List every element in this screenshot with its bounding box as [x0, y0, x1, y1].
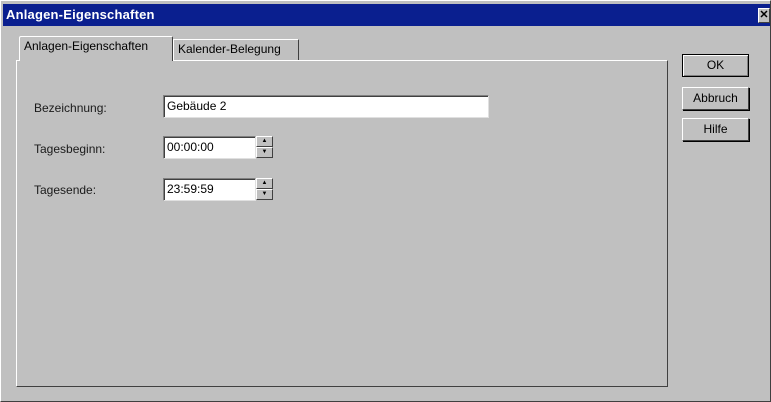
tagesbeginn-spinner[interactable]: ▲ ▼ [256, 136, 273, 158]
tab-label: Kalender-Belegung [178, 42, 281, 56]
spin-down-icon[interactable]: ▼ [256, 147, 273, 158]
tagesende-label: Tagesende: [34, 183, 97, 197]
hilfe-button[interactable]: Hilfe [682, 118, 749, 141]
abbruch-button[interactable]: Abbruch [682, 87, 749, 110]
abbruch-label: Abbruch [693, 91, 738, 105]
tab-panel: Bezeichnung: Gebäude 2 Tagesbeginn: 00:0… [16, 60, 668, 387]
tab-anlagen-eigenschaften[interactable]: Anlagen-Eigenschaften [19, 36, 173, 61]
window-title: Anlagen-Eigenschaften [6, 7, 155, 22]
title-bar[interactable]: Anlagen-Eigenschaften ✕ [3, 4, 770, 26]
ok-button[interactable]: OK [682, 54, 749, 77]
spin-up-icon[interactable]: ▲ [256, 136, 273, 147]
ok-label: OK [706, 58, 725, 72]
close-button[interactable]: ✕ [758, 8, 770, 23]
tagesbeginn-value: 00:00:00 [167, 140, 214, 154]
tagesende-input[interactable]: 23:59:59 [163, 178, 256, 201]
spin-down-icon[interactable]: ▼ [256, 189, 273, 200]
tab-label: Anlagen-Eigenschaften [24, 39, 149, 53]
dialog-window: Anlagen-Eigenschaften ✕ Anlagen-Eigensch… [0, 0, 771, 402]
bezeichnung-value: Gebäude 2 [167, 99, 227, 113]
spin-up-icon[interactable]: ▲ [256, 178, 273, 189]
tagesende-value: 23:59:59 [167, 182, 214, 196]
tagesbeginn-label: Tagesbeginn: [34, 142, 106, 156]
tagesbeginn-input[interactable]: 00:00:00 [163, 136, 256, 159]
tab-kalender-belegung[interactable]: Kalender-Belegung [173, 39, 299, 60]
tagesende-spinner[interactable]: ▲ ▼ [256, 178, 273, 200]
close-icon: ✕ [759, 9, 769, 21]
bezeichnung-label: Bezeichnung: [34, 101, 107, 115]
hilfe-label: Hilfe [703, 122, 728, 136]
bezeichnung-input[interactable]: Gebäude 2 [163, 95, 489, 118]
